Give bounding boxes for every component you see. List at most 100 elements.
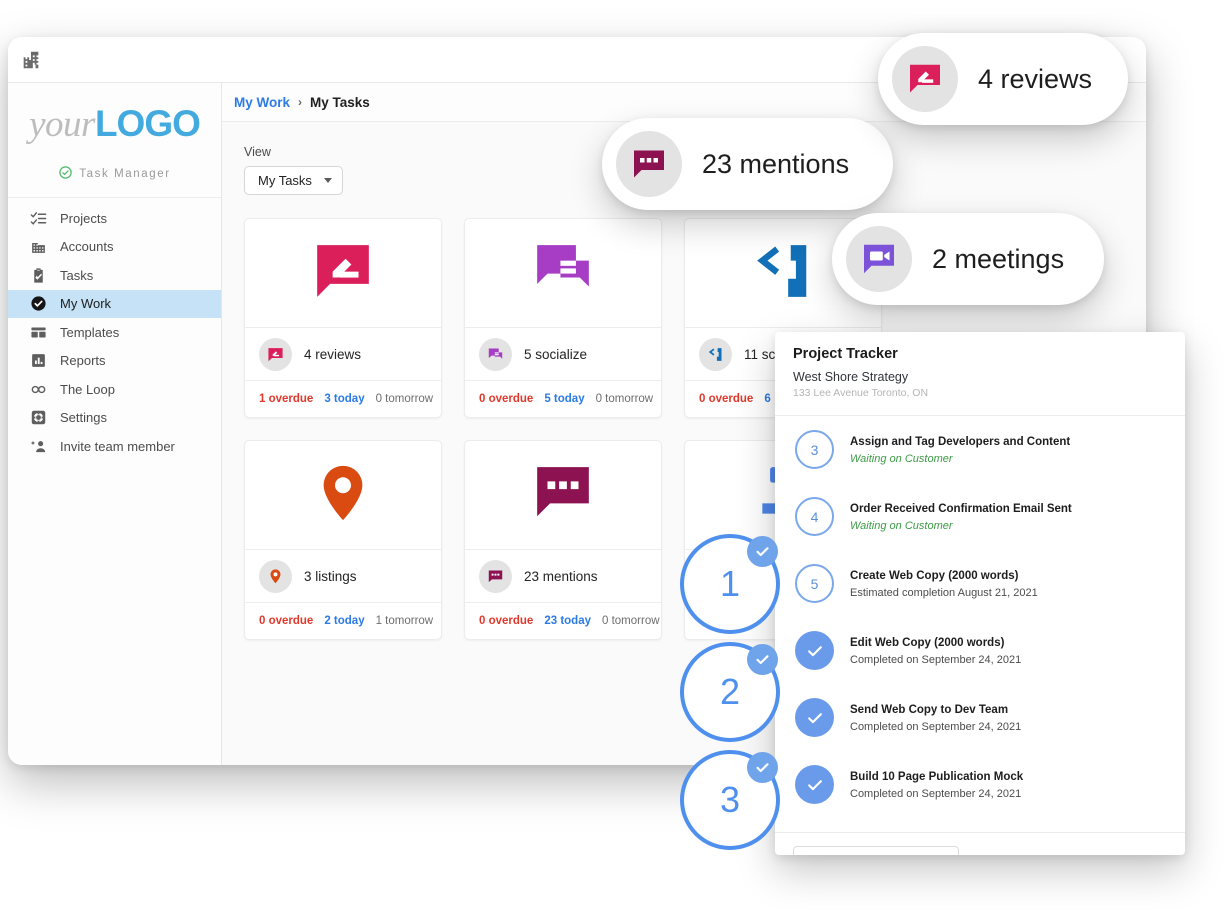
- sidebar-item-invite-team-member[interactable]: Invite team member: [8, 432, 221, 461]
- sidebar-item-label: The Loop: [60, 382, 115, 397]
- video-bubble-icon: [846, 226, 912, 292]
- tracker-project-name: West Shore Strategy: [793, 370, 1167, 384]
- status-overdue: 0 overdue: [259, 615, 313, 627]
- tracker-row-name: Create Web Copy (2000 words): [850, 570, 1019, 582]
- tracker-row[interactable]: 5 Create Web Copy (2000 words) Estimated…: [775, 564, 1185, 631]
- check-icon: [747, 644, 778, 675]
- send-post-icon: [699, 338, 732, 371]
- task-card[interactable]: 4 reviews 1 overdue 3 today 0 tomorrow: [244, 218, 442, 418]
- tracker-row-name: Build 10 Page Publication Mock: [850, 771, 1023, 783]
- pill-label: 4 reviews: [978, 64, 1092, 95]
- card-summary: 4 reviews: [245, 327, 441, 380]
- check-icon: [795, 631, 834, 670]
- card-status-row: 0 overdue 23 today 0 tomorrow: [465, 602, 661, 639]
- sidebar-item-templates[interactable]: Templates: [8, 318, 221, 347]
- sidebar-item-label: Templates: [60, 325, 119, 340]
- sidebar-item-label: Invite team member: [60, 439, 175, 454]
- logo: yourLOGO: [8, 105, 221, 143]
- sidebar-item-accounts[interactable]: Accounts: [8, 233, 221, 262]
- card-artwork: [245, 219, 441, 327]
- tracker-row-name: Order Received Confirmation Email Sent: [850, 503, 1072, 515]
- view-in-business-app-button[interactable]: View in Business App: [793, 846, 959, 855]
- checklist-icon: [30, 210, 47, 227]
- notification-pill-meetings[interactable]: 2 meetings: [832, 213, 1104, 305]
- card-title: 4 reviews: [304, 347, 361, 362]
- card-artwork: [245, 441, 441, 549]
- check-icon: [795, 698, 834, 737]
- check-icon: [747, 752, 778, 783]
- check-circle-icon: [30, 295, 47, 312]
- tracker-row-text: Assign and Tag Developers and Content Wa…: [850, 430, 1070, 465]
- tracker-row[interactable]: 4 Order Received Confirmation Email Sent…: [775, 497, 1185, 564]
- sidebar-item-label: My Work: [60, 296, 111, 311]
- sidebar-item-settings[interactable]: Settings: [8, 404, 221, 433]
- step-number: 3: [720, 779, 740, 821]
- tracker-step-number: 3: [795, 430, 834, 469]
- sidebar-item-label: Tasks: [60, 268, 93, 283]
- pill-label: 23 mentions: [702, 149, 849, 180]
- tracker-step-number: 5: [795, 564, 834, 603]
- task-card[interactable]: 23 mentions 0 overdue 23 today 0 tomorro…: [464, 440, 662, 640]
- step-circle-2[interactable]: 2: [680, 642, 780, 742]
- chevron-down-icon: [324, 178, 332, 183]
- status-today: 23 today: [544, 615, 591, 627]
- sidebar-item-tasks[interactable]: Tasks: [8, 261, 221, 290]
- tracker-row[interactable]: Edit Web Copy (2000 words) Completed on …: [775, 631, 1185, 698]
- sidebar-item-projects[interactable]: Projects: [8, 204, 221, 233]
- sidebar-item-the-loop[interactable]: The Loop: [8, 375, 221, 404]
- pill-label: 2 meetings: [932, 244, 1064, 275]
- status-overdue: 1 overdue: [259, 393, 313, 405]
- review-bubble-icon: [259, 338, 292, 371]
- tracker-row-meta: Waiting on Customer: [850, 453, 1070, 465]
- sidebar-item-label: Projects: [60, 211, 107, 226]
- status-overdue: 0 overdue: [479, 615, 533, 627]
- card-status-row: 0 overdue 5 today 0 tomorrow: [465, 380, 661, 417]
- view-select[interactable]: My Tasks: [244, 166, 343, 195]
- tracker-row-meta: Completed on September 24, 2021: [850, 721, 1021, 733]
- mentions-bubble-icon: [532, 462, 594, 529]
- tracker-row[interactable]: 3 Assign and Tag Developers and Content …: [775, 430, 1185, 497]
- task-card[interactable]: 5 socialize 0 overdue 5 today 0 tomorrow: [464, 218, 662, 418]
- tracker-row[interactable]: Build 10 Page Publication Mock Completed…: [775, 765, 1185, 832]
- notification-pill-reviews[interactable]: 4 reviews: [878, 33, 1128, 125]
- status-tomorrow: 0 tomorrow: [602, 615, 660, 627]
- tracker-address: 133 Lee Avenue Toronto, ON: [793, 387, 1167, 399]
- tracker-row-text: Send Web Copy to Dev Team Completed on S…: [850, 698, 1021, 733]
- brand-block: yourLOGO Task Manager: [8, 83, 221, 198]
- status-today: 2 today: [324, 615, 364, 627]
- card-title: 11 sc: [744, 347, 775, 362]
- card-status-row: 1 overdue 3 today 0 tomorrow: [245, 380, 441, 417]
- step-circle-3[interactable]: 3: [680, 750, 780, 850]
- notification-pill-mentions[interactable]: 23 mentions: [602, 118, 893, 210]
- tracker-row-meta: Waiting on Customer: [850, 520, 1072, 532]
- tracker-footer: View in Business App: [775, 832, 1185, 855]
- bar-chart-icon: [30, 352, 47, 369]
- tracker-row-meta: Completed on September 24, 2021: [850, 788, 1023, 800]
- card-title: 3 listings: [304, 569, 357, 584]
- mentions-bubble-icon: [479, 560, 512, 593]
- tracker-row-meta: Completed on September 24, 2021: [850, 654, 1021, 666]
- card-summary: 5 socialize: [465, 327, 661, 380]
- tracker-step-number: 4: [795, 497, 834, 536]
- sidebar-nav: Projects Accounts Tasks: [8, 198, 221, 461]
- task-card[interactable]: 3 listings 0 overdue 2 today 1 tomorrow: [244, 440, 442, 640]
- step-number: 2: [720, 671, 740, 713]
- product-badge-label: Task Manager: [79, 168, 170, 180]
- send-post-icon: [752, 240, 814, 307]
- layout-icon: [30, 324, 47, 341]
- sidebar-item-reports[interactable]: Reports: [8, 347, 221, 376]
- status-overdue: 0 overdue: [479, 393, 533, 405]
- sidebar-item-my-work[interactable]: My Work: [8, 290, 221, 319]
- step-circle-1[interactable]: 1: [680, 534, 780, 634]
- map-pin-icon: [259, 560, 292, 593]
- tracker-row-meta: Estimated completion August 21, 2021: [850, 587, 1038, 599]
- breadcrumb-current: My Tasks: [310, 95, 370, 110]
- add-person-icon: [30, 438, 47, 455]
- breadcrumb-parent[interactable]: My Work: [234, 95, 290, 110]
- project-tracker-panel: Project Tracker West Shore Strategy 133 …: [775, 332, 1185, 855]
- card-artwork: [465, 219, 661, 327]
- check-circle-icon: [58, 165, 73, 183]
- tracker-row[interactable]: Send Web Copy to Dev Team Completed on S…: [775, 698, 1185, 765]
- review-bubble-icon: [892, 46, 958, 112]
- sidebar-item-label: Reports: [60, 353, 106, 368]
